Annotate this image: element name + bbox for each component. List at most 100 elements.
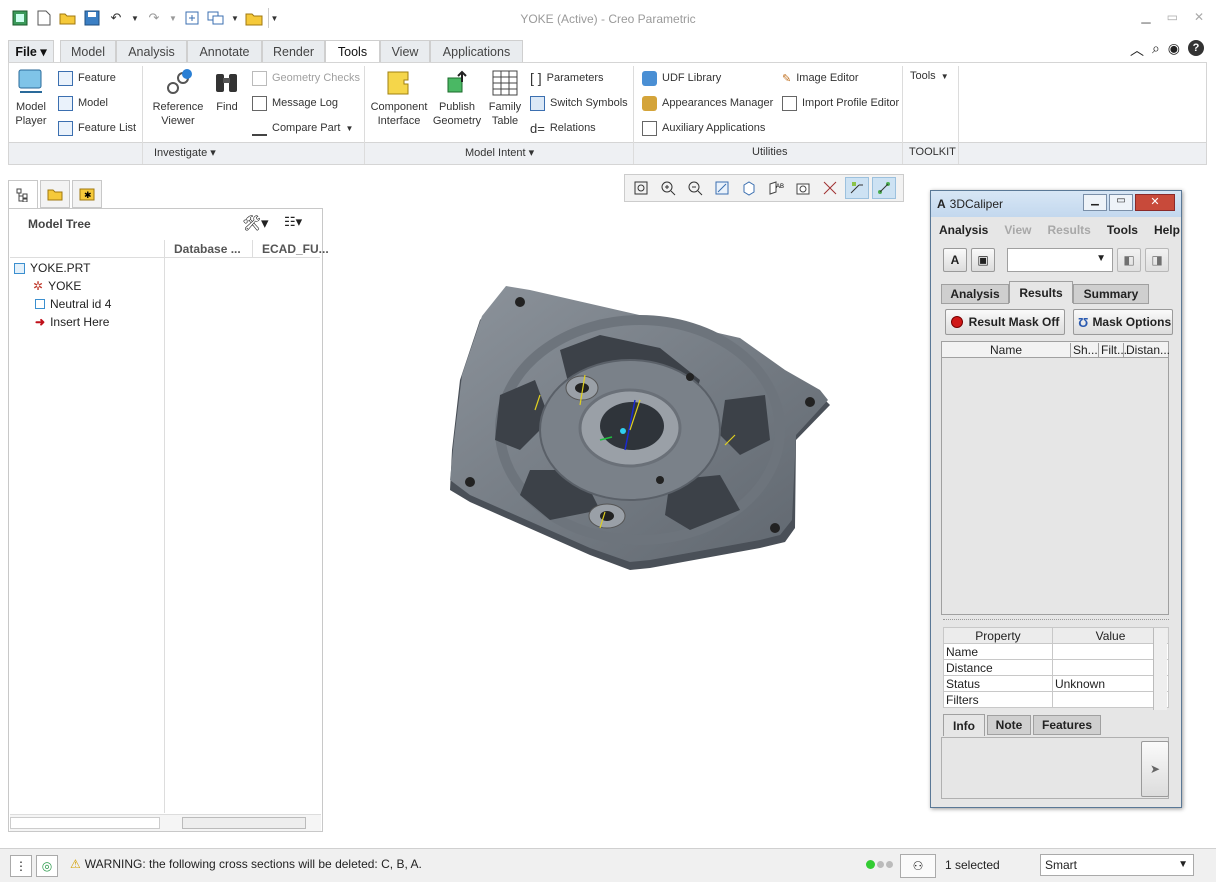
find-binoculars-button[interactable]: ⚇ <box>900 854 936 878</box>
analysis-select[interactable]: ▼ <box>1007 248 1113 272</box>
udf-library-button[interactable]: UDF Library <box>642 70 721 86</box>
dialog-tab-analysis[interactable]: Analysis <box>941 284 1009 304</box>
selection-filter[interactable]: Smart ▼ <box>1040 854 1194 876</box>
group-investigate[interactable]: Investigate ▾ <box>154 146 216 159</box>
feature-button[interactable]: Feature <box>58 70 116 86</box>
feature-list-button[interactable]: Feature List <box>58 120 136 136</box>
switch-symbols-button[interactable]: Switch Symbols <box>530 95 628 111</box>
menu-results[interactable]: Results <box>1048 223 1091 237</box>
collapse-ribbon-icon[interactable]: ︿ <box>1130 40 1144 60</box>
tab-applications[interactable]: Applications <box>430 40 523 62</box>
import-profile-editor-button[interactable]: Import Profile Editor <box>782 95 899 111</box>
result-mask-button[interactable]: Result Mask Off <box>945 309 1065 335</box>
tab-render[interactable]: Render <box>262 40 325 62</box>
tab-view[interactable]: View <box>380 40 430 62</box>
component-interface-button[interactable]: Component Interface <box>368 68 430 128</box>
tree-item-yoke-prt[interactable]: YOKE.PRT <box>14 261 90 275</box>
close-icon[interactable]: ✕ <box>1194 10 1204 24</box>
scroll-thumb[interactable] <box>182 817 306 829</box>
settings-tools-icon[interactable]: 🛠▾ <box>242 214 269 232</box>
menu-analysis[interactable]: Analysis <box>939 223 988 237</box>
col-name[interactable]: Name <box>990 343 1022 357</box>
folder-browser-tab[interactable] <box>40 180 70 208</box>
tree-item-yoke-csys[interactable]: ✲ YOKE <box>33 279 81 293</box>
auxiliary-applications-button[interactable]: Auxiliary Applications <box>642 120 765 136</box>
tree-item-neutral[interactable]: Neutral id 4 <box>35 297 111 311</box>
toggle-browser-icon[interactable]: ◎ <box>36 855 58 877</box>
select-pointer-button[interactable]: ➤ <box>1141 741 1169 797</box>
column-database[interactable]: Database ... <box>174 242 241 256</box>
favorites-tab[interactable]: ✱ <box>72 180 102 208</box>
geometry-checks-button[interactable]: Geometry Checks <box>252 70 360 86</box>
message-log-button[interactable]: Message Log <box>252 95 338 111</box>
tab-model[interactable]: Model <box>60 40 116 62</box>
prev-icon: ◧ <box>1123 253 1135 267</box>
tab-tools[interactable]: Tools <box>325 40 380 63</box>
tree-item-insert-here[interactable]: ➜ Insert Here <box>35 315 109 329</box>
family-table-button[interactable]: Family Table <box>486 68 524 128</box>
refit-icon[interactable] <box>629 177 653 199</box>
model-viewport[interactable] <box>440 280 840 580</box>
column-ecad[interactable]: ECAD_FU... <box>262 242 329 256</box>
toggle-navigator-icon[interactable]: ⋮ <box>10 855 32 877</box>
col-show[interactable]: Sh... <box>1070 343 1098 357</box>
model-info-icon <box>58 95 73 111</box>
dialog-close-icon[interactable]: ✕ <box>1135 194 1175 211</box>
find-button[interactable]: Find <box>210 68 244 114</box>
scroll-track-left[interactable] <box>10 817 160 829</box>
results-list[interactable]: Name Sh... Filt... Distan... <box>941 341 1170 615</box>
tools-dropdown-button[interactable]: Tools ▼ <box>910 68 949 84</box>
dialog-save-button[interactable]: ▣ <box>971 248 995 272</box>
prop-scrollbar[interactable] <box>1153 628 1167 710</box>
dialog-tab-note[interactable]: Note <box>987 715 1031 735</box>
relations-button[interactable]: d= Relations <box>530 120 596 136</box>
mask-options-button[interactable]: Ʊ Mask Options <box>1073 309 1173 335</box>
tree-horizontal-scrollbar[interactable] <box>10 814 321 831</box>
compare-part-button[interactable]: Compare Part ▼ <box>252 120 353 136</box>
zoom-in-icon[interactable] <box>656 177 680 199</box>
saved-orientations-icon[interactable]: AB <box>764 177 788 199</box>
repaint-icon[interactable] <box>710 177 734 199</box>
next-result-button[interactable]: ◨ <box>1145 248 1169 272</box>
display-style-icon[interactable] <box>737 177 761 199</box>
ribbon-tabs: File ▾ Model Analysis Annotate Render To… <box>0 40 1216 63</box>
tab-file[interactable]: File ▾ <box>8 40 54 62</box>
dialog-tab-summary[interactable]: Summary <box>1073 284 1149 304</box>
col-distance[interactable]: Distan... <box>1123 343 1170 357</box>
learning-icon[interactable]: ◉ <box>1168 40 1180 60</box>
model-player-button[interactable]: Model Player <box>12 68 50 128</box>
show-list-icon[interactable]: ☷▾ <box>284 214 302 230</box>
zoom-out-icon[interactable] <box>683 177 707 199</box>
splitter[interactable] <box>943 619 1169 623</box>
bolt-hole <box>686 373 694 381</box>
separator <box>633 66 634 164</box>
model-tree-tab[interactable] <box>8 180 38 208</box>
publish-geometry-button[interactable]: Publish Geometry <box>432 68 482 128</box>
help-icon[interactable]: ? <box>1188 40 1204 56</box>
caliper-analysis-button[interactable]: A <box>943 248 967 272</box>
parameters-button[interactable]: [ ] Parameters <box>530 70 604 86</box>
maximize-icon[interactable]: ▭ <box>1167 10 1178 24</box>
tab-annotate[interactable]: Annotate <box>187 40 262 62</box>
reference-viewer-button[interactable]: Reference Viewer <box>150 68 206 128</box>
dialog-tab-info[interactable]: Info <box>943 714 985 736</box>
dialog-maximize-icon[interactable]: ▭ <box>1109 194 1133 211</box>
perspective-icon[interactable] <box>818 177 842 199</box>
group-model-intent[interactable]: Model Intent ▾ <box>465 146 534 159</box>
minimize-icon[interactable]: ▁ <box>1141 10 1150 24</box>
menu-tools[interactable]: Tools <box>1107 223 1138 237</box>
view-manager-icon[interactable] <box>791 177 815 199</box>
model-info-button[interactable]: Model <box>58 95 108 111</box>
search-icon[interactable]: ⌕ <box>1152 40 1160 60</box>
dialog-tab-features[interactable]: Features <box>1033 715 1101 735</box>
image-editor-button[interactable]: ✎ Image Editor <box>782 70 859 86</box>
menu-help[interactable]: Help <box>1154 223 1180 237</box>
dialog-minimize-icon[interactable]: ▁ <box>1083 194 1107 211</box>
dialog-tab-results[interactable]: Results <box>1009 281 1073 303</box>
annotation-display-icon[interactable] <box>872 177 896 199</box>
datum-display-icon[interactable] <box>845 177 869 199</box>
prev-result-button[interactable]: ◧ <box>1117 248 1141 272</box>
tab-analysis[interactable]: Analysis <box>116 40 187 62</box>
menu-view[interactable]: View <box>1004 223 1031 237</box>
appearances-manager-button[interactable]: Appearances Manager <box>642 95 773 111</box>
